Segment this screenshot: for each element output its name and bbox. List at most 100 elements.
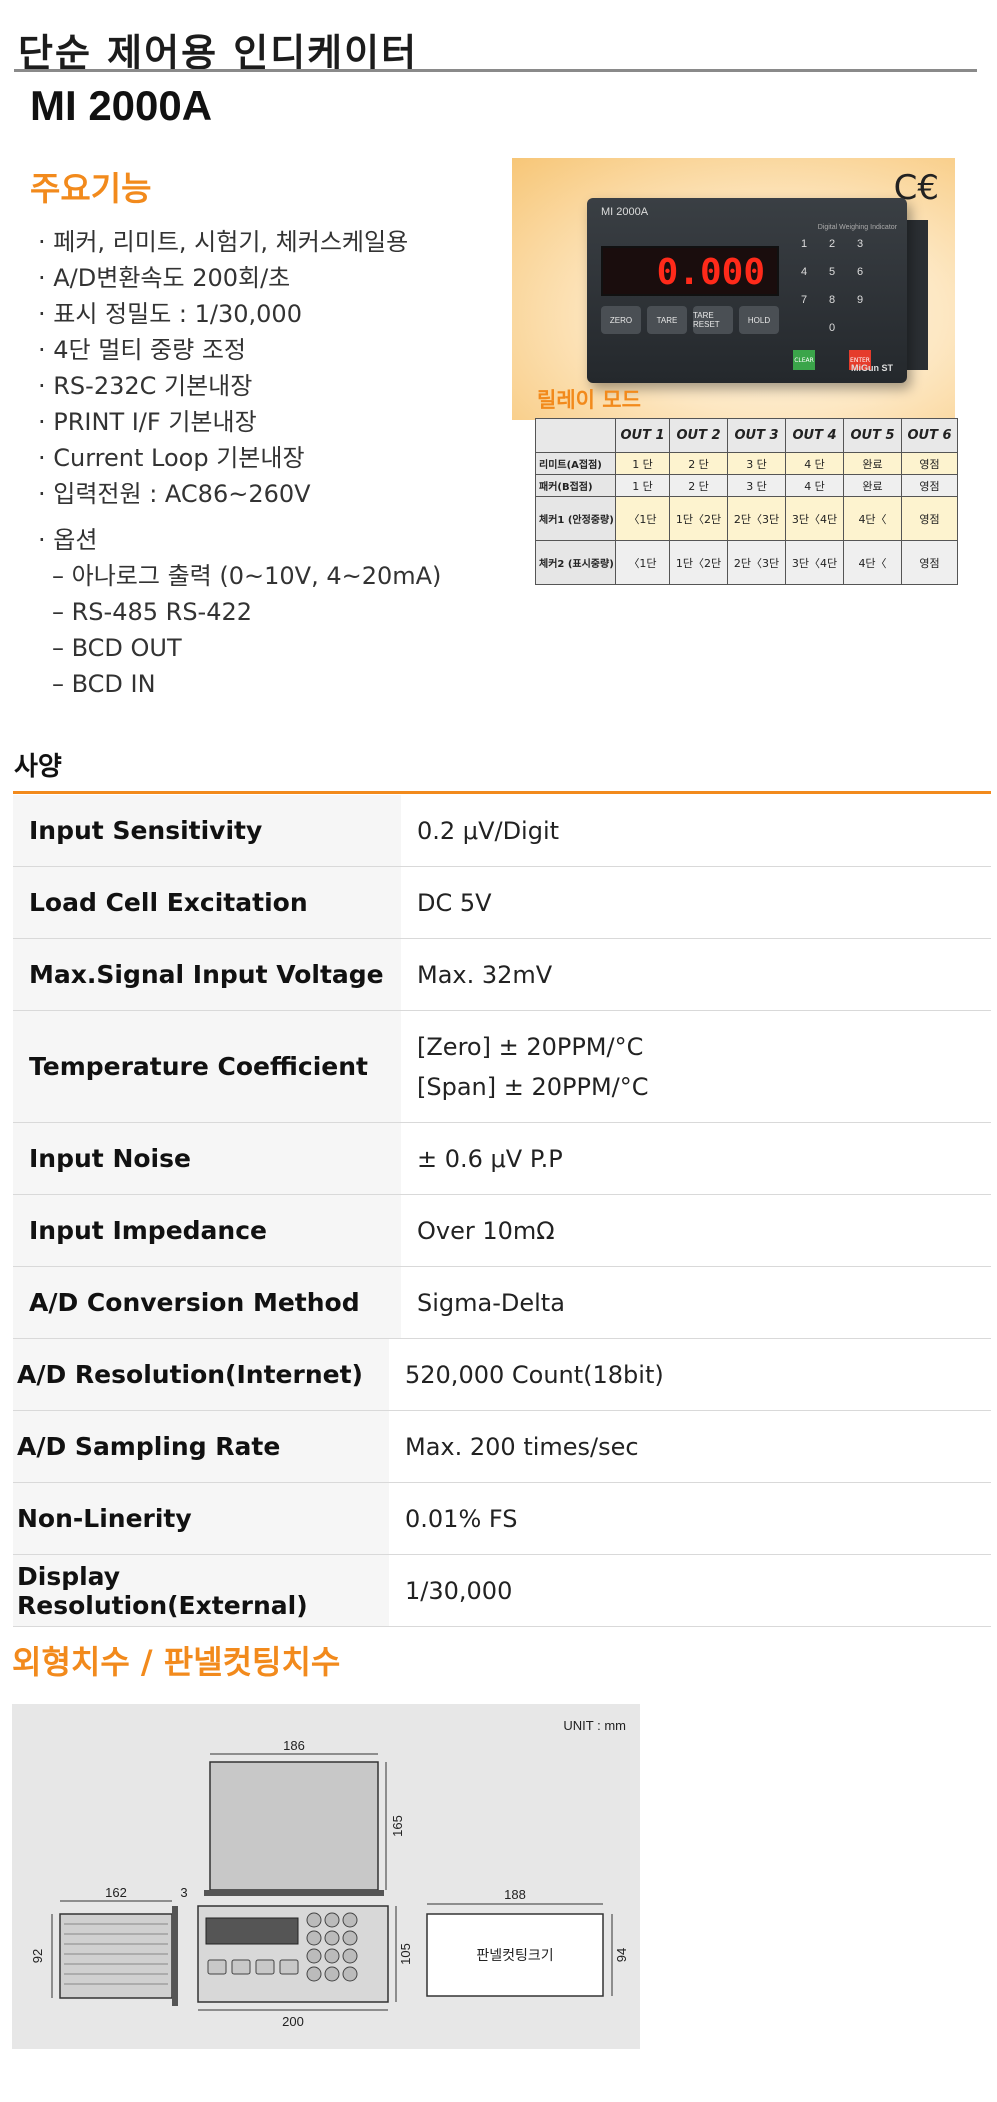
feature-item: · RS-232C 기본내장 [38,372,253,400]
key-8: 8 [828,294,836,306]
relay-cell: 4단〈 [843,496,902,541]
spec-value: Over 10mΩ [417,1216,555,1245]
title-divider [14,69,977,72]
device-keypad: 1 2 3 4 5 6 7 8 9 0 [793,238,897,348]
relay-row-label: 체커2 (표시중량) [535,540,616,585]
spec-value: DC 5V [417,888,492,917]
relay-cell: 〈1단 [615,540,670,585]
spec-divider [13,791,991,794]
key-6: 6 [856,266,864,278]
spec-row: Load Cell Excitation DC 5V [13,867,991,939]
relay-cell: 영점 [901,540,958,585]
spec-value-lines: [Zero] ± 20PPM/°C [Span] ± 20PPM/°C [417,1027,649,1107]
relay-row: 체커2 (표시중량) 〈1단 1단〈2단 2단〈3단 3단〈4단 4단〈 영점 [535,540,958,585]
spec-value-line: [Zero] ± 20PPM/°C [417,1032,644,1061]
clear-key: CLEAR [793,350,815,370]
spec-value: ± 0.6 μV P.P [417,1144,563,1173]
spec-label: Input Impedance [13,1195,401,1266]
spec-label: A/D Sampling Rate [13,1411,389,1482]
key-0: 0 [828,322,836,334]
side-height-label: 92 [30,1949,45,1963]
device-subtitle: Digital Weighing Indicator [817,224,897,231]
side-view-bezel [172,1906,178,2006]
relay-header: OUT 5 [843,418,902,453]
spec-label: Max.Signal Input Voltage [13,939,401,1010]
relay-row: 리미트(A접점) 1 단 2 단 3 단 4 단 완료 영점 [535,452,958,475]
spec-value: Max. 200 times/sec [405,1432,639,1461]
relay-mode-heading: 릴레이 모드 [537,388,641,412]
side-view-body [59,1913,173,1999]
front-height-label: 105 [398,1943,413,1965]
spec-value: Sigma-Delta [417,1288,565,1317]
spec-row: Max.Signal Input Voltage Max. 32mV [13,939,991,1011]
relay-cell: 2단〈3단 [727,540,786,585]
relay-cell: 1 단 [615,452,670,475]
spec-value: 520,000 Count(18bit) [405,1360,664,1389]
feature-item: · A/D변환속도 200회/초 [38,264,291,292]
options-block: · 옵션 – 아나로그 출력 (0~10V, 4~20mA) – RS-485 … [38,522,441,702]
option-item: – RS-485 RS-422 [52,598,253,626]
dimensions-heading: 외형치수 / 판넬컷팅치수 [12,1643,341,1681]
spec-heading: 사양 [14,752,62,782]
spec-value: 1/30,000 [405,1576,513,1605]
options-label: · 옵션 [38,526,98,554]
relay-row: 패커(B접점) 1 단 2 단 3 단 4 단 완료 영점 [535,474,958,497]
display-value: 0.000 [656,252,765,293]
feature-item: · Current Loop 기본내장 [38,444,305,472]
relay-row-label: 패커(B접점) [535,474,616,497]
top-view-body [209,1761,379,1891]
key-1: 1 [800,238,808,250]
relay-cell: 4단〈 [843,540,902,585]
model-name: MI 2000A [30,82,213,129]
relay-cell: 3 단 [727,474,786,497]
relay-header-row: OUT 1 OUT 2 OUT 3 OUT 4 OUT 5 OUT 6 [535,418,958,453]
spec-row: A/D Conversion Method Sigma-Delta [13,1267,991,1339]
spec-label: Temperature Coefficient [13,1011,401,1122]
relay-header: OUT 1 [615,418,670,453]
top-view-bezel [204,1890,384,1896]
spec-label: Input Sensitivity [13,795,401,866]
spec-row: Display Resolution(External) 1/30,000 [13,1555,991,1627]
feature-item: · 4단 멀티 중량 조정 [38,336,246,364]
spec-row: Temperature Coefficient [Zero] ± 20PPM/°… [13,1011,991,1123]
spec-label: A/D Conversion Method [13,1267,401,1338]
relay-cell: 영점 [901,496,958,541]
spec-value: 0.2 μV/Digit [417,816,560,845]
spec-row: A/D Resolution(Internet) 520,000 Count(1… [13,1339,991,1411]
key-2: 2 [828,238,836,250]
spec-label: A/D Resolution(Internet) [13,1339,389,1410]
relay-header: OUT 6 [901,418,958,453]
dimension-drawing: UNIT : mm 186 165 162 3 92 105 200 판넬컷팅크… [12,1704,640,2049]
spec-row: Input Sensitivity 0.2 μV/Digit [13,795,991,867]
key-5: 5 [828,266,836,278]
key-9: 9 [856,294,864,306]
relay-cell: 1 단 [615,474,670,497]
relay-cell: 1단〈2단 [669,496,728,541]
feature-item: · 페커, 리미트, 시험기, 체커스케일용 [38,228,409,256]
front-view-display [205,1917,299,1945]
spec-row: Input Impedance Over 10mΩ [13,1195,991,1267]
relay-cell: 〈1단 [615,496,670,541]
relay-cell: 완료 [843,474,902,497]
relay-cell: 3 단 [727,452,786,475]
key-3: 3 [856,238,864,250]
features-heading: 주요기능 [30,169,152,208]
option-item: – 아나로그 출력 (0~10V, 4~20mA) [52,562,442,590]
key-4: 4 [800,266,808,278]
spec-label: Input Noise [13,1123,401,1194]
relay-cell: 2 단 [669,452,728,475]
relay-table: OUT 1 OUT 2 OUT 3 OUT 4 OUT 5 OUT 6 리미트(… [535,418,958,585]
relay-header [535,418,616,453]
features-list: · 페커, 리미트, 시험기, 체커스케일용 · A/D변환속도 200회/초 … [38,224,408,512]
relay-cell: 4 단 [785,452,844,475]
spec-label: Non-Linerity [13,1483,389,1554]
relay-header: OUT 2 [669,418,728,453]
relay-cell: 2 단 [669,474,728,497]
cut-height-label: 94 [614,1948,629,1962]
feature-item: · PRINT I/F 기본내장 [38,408,257,436]
tare-button: TARE [647,306,687,334]
relay-cell: 3단〈4단 [785,496,844,541]
relay-cell: 1단〈2단 [669,540,728,585]
relay-cell: 영점 [901,474,958,497]
product-photo: C€ MI 2000A Digital Weighing Indicator 0… [512,158,955,420]
